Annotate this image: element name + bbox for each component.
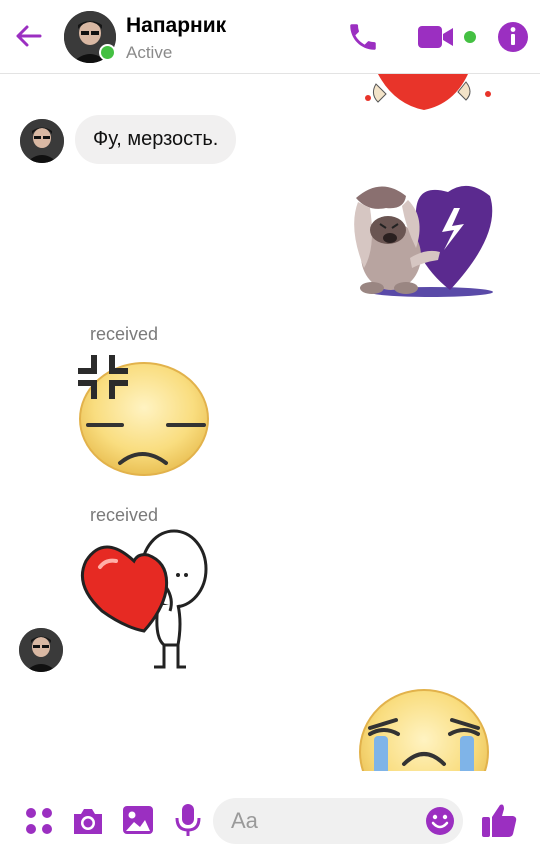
thumbs-up-icon[interactable]: [480, 801, 518, 839]
video-camera-icon[interactable]: [417, 22, 455, 52]
contact-name[interactable]: Напарник: [126, 14, 226, 38]
contact-status: Active: [126, 43, 173, 62]
chat-header: Напарник Active: [0, 0, 540, 74]
contact-avatar-small[interactable]: [20, 119, 64, 163]
phone-icon[interactable]: [346, 20, 380, 54]
video-online-indicator: [464, 31, 476, 43]
grid-dots-icon[interactable]: [24, 806, 54, 836]
online-indicator: [99, 44, 116, 61]
smiley-icon[interactable]: [425, 806, 455, 836]
heart-sticker-partial[interactable]: [356, 74, 496, 110]
arrow-left-icon[interactable]: [12, 20, 44, 52]
received-label: received: [90, 324, 159, 344]
image-icon[interactable]: [121, 804, 155, 836]
annoyed-face-sticker[interactable]: [72, 347, 212, 477]
crying-face-sticker[interactable]: [356, 686, 492, 771]
camera-icon[interactable]: [71, 805, 105, 837]
stickman-heart-sticker[interactable]: [74, 527, 214, 673]
contact-avatar-small[interactable]: [19, 628, 63, 672]
microphone-icon[interactable]: [174, 802, 202, 838]
info-icon[interactable]: [497, 21, 529, 53]
sad-dog-broken-heart-sticker[interactable]: [346, 178, 498, 300]
message-bubble[interactable]: Фу, мерзость.: [75, 115, 237, 164]
received-label: received: [90, 505, 159, 525]
